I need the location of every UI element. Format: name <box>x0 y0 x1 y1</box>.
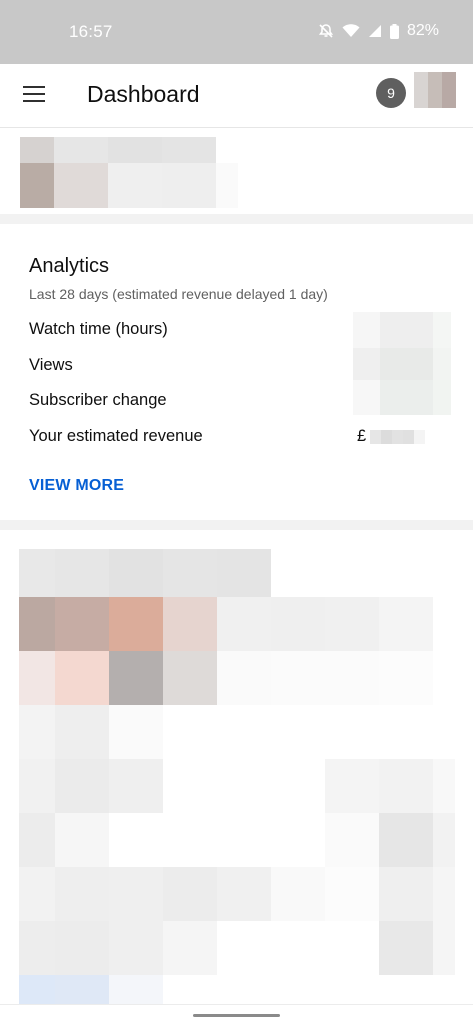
gesture-nav-bar <box>0 1004 473 1024</box>
metric-label-views: Views <box>29 356 73 374</box>
menu-button[interactable] <box>14 76 54 116</box>
notification-badge[interactable]: 9 <box>376 78 406 108</box>
hamburger-menu-icon <box>23 85 45 107</box>
blurred-channel-block <box>20 137 216 163</box>
view-more-link[interactable]: VIEW MORE <box>29 477 124 495</box>
metric-label-subscriber-change: Subscriber change <box>29 391 167 409</box>
revenue-currency: £ <box>357 427 367 445</box>
app-bar: Dashboard 9 <box>0 64 473 128</box>
wifi-icon <box>342 24 360 38</box>
home-gesture-handle[interactable] <box>193 1014 280 1017</box>
status-bar: 16:57 82% <box>0 0 473 64</box>
section-divider <box>0 520 473 530</box>
page-title: Dashboard <box>87 81 200 107</box>
revenue-value: £ <box>357 427 426 446</box>
battery-percent: 82% <box>406 22 439 39</box>
status-time: 16:57 <box>69 22 113 41</box>
blurred-channel-block <box>20 163 238 208</box>
avatar[interactable] <box>414 72 456 108</box>
status-icons: 82% <box>318 22 439 40</box>
analytics-title: Analytics <box>29 255 110 277</box>
metric-label-revenue: Your estimated revenue <box>29 427 203 445</box>
do-not-disturb-icon <box>318 23 334 39</box>
section-divider <box>0 214 473 224</box>
metric-label-watch-time: Watch time (hours) <box>29 320 168 338</box>
blurred-revenue-amount <box>370 429 426 444</box>
analytics-subtitle: Last 28 days (estimated revenue delayed … <box>29 286 328 302</box>
blurred-metric-values <box>353 312 451 415</box>
signal-icon <box>368 24 382 38</box>
battery-icon <box>389 23 399 39</box>
